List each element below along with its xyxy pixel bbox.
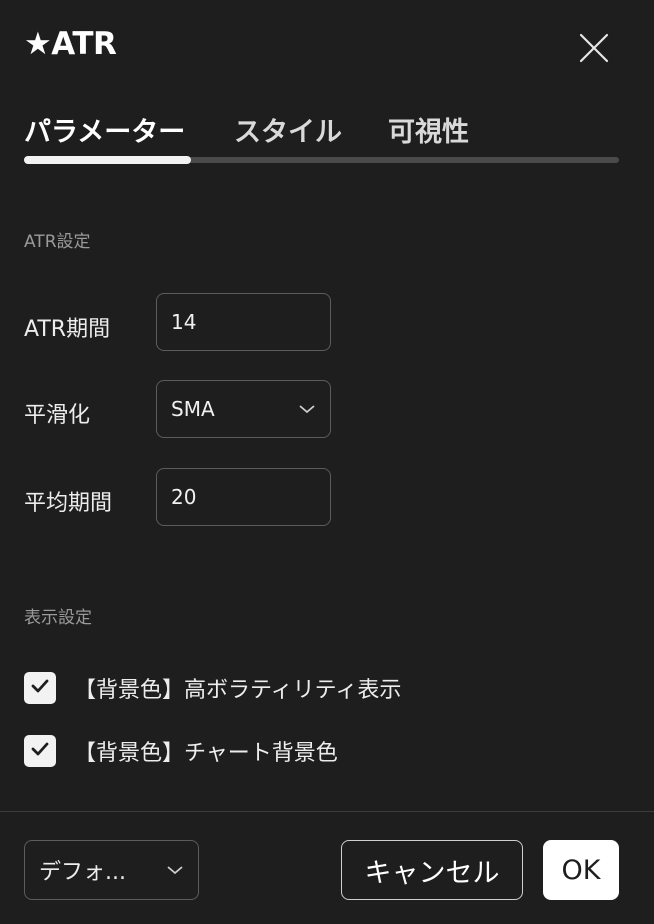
dialog-title: ★ATR (24, 26, 117, 62)
average-period-label: 平均期間 (24, 491, 113, 516)
average-period-input[interactable]: 20 (156, 468, 331, 526)
indicator-settings-dialog: ★ATR パラメーター スタイル 可視性 ATR設定 ATR期間 14 平滑化 … (0, 0, 654, 924)
smoothing-select[interactable]: SMA (156, 380, 331, 438)
average-period-value: 20 (171, 485, 197, 509)
cancel-button[interactable]: キャンセル (341, 840, 523, 900)
atr-period-input[interactable]: 14 (156, 293, 331, 351)
checkbox-high-volatility-bg[interactable] (24, 672, 56, 704)
section-heading-display: 表示設定 (24, 608, 92, 628)
atr-period-label: ATR期間 (24, 317, 111, 342)
option-high-volatility-bg[interactable]: 【背景色】高ボラティリティ表示 (24, 671, 401, 705)
footer-divider (0, 811, 654, 812)
active-tab-indicator (24, 156, 191, 164)
smoothing-label: 平滑化 (24, 403, 91, 428)
option-chart-bg[interactable]: 【背景色】チャート背景色 (24, 734, 338, 768)
section-heading-atr: ATR設定 (24, 232, 91, 252)
tab-style[interactable]: スタイル (234, 110, 342, 149)
checkmark-icon (30, 741, 50, 761)
checkmark-icon (30, 678, 50, 698)
tab-bar: パラメーター スタイル 可視性 (24, 110, 624, 150)
close-button[interactable] (578, 32, 610, 64)
atr-period-value: 14 (171, 310, 197, 334)
option-label: 【背景色】チャート背景色 (74, 741, 338, 766)
chevron-down-icon (298, 403, 316, 415)
close-icon (578, 32, 610, 64)
tab-visibility[interactable]: 可視性 (388, 110, 469, 149)
tab-parameters[interactable]: パラメーター (24, 110, 185, 149)
option-label: 【背景色】高ボラティリティ表示 (74, 678, 402, 703)
defaults-select[interactable]: デフォ... (24, 840, 199, 900)
chevron-down-icon (166, 864, 184, 876)
ok-button[interactable]: OK (543, 840, 619, 900)
defaults-label: デフォ... (39, 860, 126, 885)
checkbox-chart-bg[interactable] (24, 735, 56, 767)
smoothing-value: SMA (171, 397, 215, 421)
